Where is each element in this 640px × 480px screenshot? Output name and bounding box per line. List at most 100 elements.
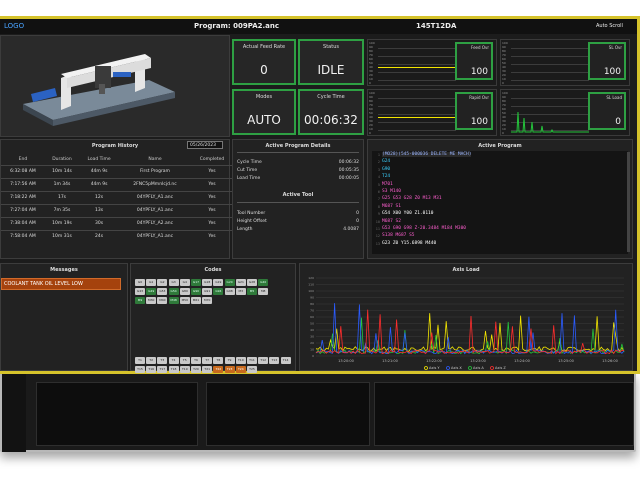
code-chip[interactable]: G40 [258, 279, 269, 286]
code-chip[interactable]: G49 [146, 288, 157, 295]
status-value: IDLE [317, 63, 345, 77]
code-chip[interactable]: G98 [224, 288, 235, 295]
code-chip[interactable]: G3 [168, 279, 179, 286]
spindle-load-readout: SL Load 0 [588, 92, 626, 130]
code-chip[interactable]: T8 [213, 357, 224, 364]
code-chip[interactable]: G1 [146, 279, 157, 286]
table-cell: 44m 9s [79, 177, 120, 191]
history-column-header[interactable]: Load Time [79, 154, 119, 165]
code-chip[interactable]: M48 [168, 297, 179, 304]
chart-y-tick: 20 [310, 341, 314, 345]
code-chip[interactable]: G21 [235, 279, 246, 286]
table-row[interactable]: 6:32:08 AM 10m 14s 44m 9s First Program Yes [1, 164, 233, 178]
code-chip[interactable]: G43 [135, 288, 145, 295]
code-chip[interactable]: T9 [224, 357, 235, 364]
detail-load-time: Load Time 00:00:05 [237, 176, 359, 181]
code-chip[interactable]: T11 [247, 357, 257, 364]
code-chip[interactable]: T16 [146, 366, 157, 373]
code-chip[interactable]: T24 [235, 366, 246, 373]
tool-length: Length 4.0087 [237, 227, 359, 232]
code-chip[interactable]: T21 [202, 366, 213, 373]
code-chip[interactable]: G17 [191, 279, 201, 286]
code-chip[interactable]: M8 [258, 288, 269, 295]
code-chip[interactable]: M30 [146, 297, 157, 304]
table-cell: Yes [190, 203, 233, 217]
legend-label: Axis Y [429, 366, 440, 370]
detail-cycle-time: Cycle Time 00:06:32 [237, 160, 359, 165]
code-chip[interactable]: T4 [168, 357, 179, 364]
rapid-override-label: Rapid Ovr [469, 95, 489, 100]
codes-panel: Codes G0 G1 G2 G3 G4 G17 G18 G19 G20 G21 G28 G40 G43… [130, 263, 296, 373]
code-chip[interactable]: G94 [213, 288, 224, 295]
table-row[interactable]: 7:17:56 AM 1m 34s 44m 9s 2FNC5pMmnIcjd.nc Ye… [1, 177, 233, 191]
table-cell: Yes [190, 190, 233, 204]
code-chip[interactable]: G91 [202, 288, 213, 295]
code-chip[interactable]: M3 [235, 288, 246, 295]
code-chip[interactable]: T12 [258, 357, 269, 364]
code-chip[interactable]: G20 [224, 279, 235, 286]
spindle-override-gauge: SL Ovr 100 100 90 80 70 60 50 40 30 20 10 0 [500, 39, 630, 86]
table-row[interactable]: 7:58:04 AM 10m 31s 24s 04YPFLY_A1.anc Yes [1, 229, 233, 243]
tool-value: 0 [356, 219, 359, 224]
code-chip[interactable]: T18 [168, 366, 179, 373]
code-chip[interactable]: M9 [135, 297, 145, 304]
feed-override-value: 100 [470, 67, 488, 77]
code-chip[interactable]: G0 [135, 279, 145, 286]
code-chip[interactable]: G4 [179, 279, 190, 286]
table-cell: 17s [44, 190, 80, 204]
code-chip[interactable]: G18 [202, 279, 213, 286]
code-chip[interactable]: T2 [146, 357, 157, 364]
table-row[interactable]: 7:27:04 AM 7m 35s 13s 04YPFLY_A1.anc Yes [1, 203, 233, 217]
code-chip[interactable]: T25 [247, 366, 257, 373]
code-chip[interactable]: T13 [269, 357, 280, 364]
table-cell: Yes [190, 216, 233, 230]
cycle-time-value: 00:06:32 [304, 113, 358, 127]
table-cell: 10m 14s [44, 164, 80, 178]
code-chip[interactable]: T10 [235, 357, 246, 364]
gcode-line: G25 G53 G28 Z0 M13 M31 [382, 196, 442, 202]
code-chip[interactable]: G19 [213, 279, 224, 286]
code-chip[interactable]: T20 [191, 366, 201, 373]
auto-scroll-toggle[interactable]: Auto Scroll [596, 23, 623, 29]
code-chip[interactable]: T3 [157, 357, 168, 364]
code-chip[interactable]: G90 [191, 288, 201, 295]
table-cell: 04YPFLY_A1.anc [119, 229, 191, 243]
chart-y-tick: 50 [310, 322, 314, 326]
code-chip[interactable]: G53 [157, 288, 168, 295]
code-chip[interactable]: T17 [157, 366, 168, 373]
code-chip[interactable]: G28 [247, 279, 257, 286]
code-chip[interactable]: M50 [179, 297, 190, 304]
code-chip[interactable]: T7 [202, 357, 213, 364]
table-row[interactable]: 7:38:04 AM 10m 19s 30s 04YPFLY_A2.anc Yes [1, 216, 233, 230]
code-chip[interactable]: T5 [179, 357, 190, 364]
code-chip[interactable]: M61 [191, 297, 201, 304]
code-chip[interactable]: T6 [191, 357, 201, 364]
gcode-line-number: 3 [377, 167, 380, 172]
history-column-header[interactable]: Duration [45, 154, 79, 165]
code-chip[interactable]: M40 [157, 297, 168, 304]
code-chip[interactable]: T1 [135, 357, 145, 364]
code-chip[interactable]: T19 [179, 366, 190, 373]
code-chip[interactable]: T22 [213, 366, 224, 373]
table-row[interactable]: 7:18:22 AM 17s 12s 04YPFLY_A1.anc Yes [1, 190, 233, 204]
gcode-line: G54 X00 Y00 Z1.0110 [382, 211, 434, 217]
history-column-header[interactable]: Completed [191, 154, 233, 165]
message-item[interactable]: COOLANT TANK OIL LEVEL LOW [1, 278, 121, 290]
code-chip[interactable]: M5 [247, 288, 257, 295]
back-panel-messages [36, 382, 198, 446]
gcode-scrollbar[interactable] [627, 152, 630, 252]
code-chip[interactable]: T14 [280, 357, 291, 364]
history-date-picker[interactable]: 05/26/2023 [187, 141, 223, 149]
code-chip[interactable]: M70 [202, 297, 213, 304]
history-column-header[interactable]: End [1, 154, 45, 165]
gcode-viewer[interactable]: 1 (MO28)(545-000036 DELETE ME MACH) 2 G24 3 G… [372, 151, 628, 254]
gauge-tick-label: 0 [502, 81, 504, 85]
code-chip[interactable]: G2 [157, 279, 168, 286]
code-chip[interactable]: T23 [224, 366, 235, 373]
history-column-header[interactable]: Name [119, 154, 191, 165]
code-chip[interactable]: G80 [179, 288, 190, 295]
code-chip[interactable]: G54 [168, 288, 179, 295]
back-panel-chart [374, 382, 634, 446]
code-chip[interactable]: T15 [135, 366, 145, 373]
table-cell: Yes [190, 177, 233, 191]
